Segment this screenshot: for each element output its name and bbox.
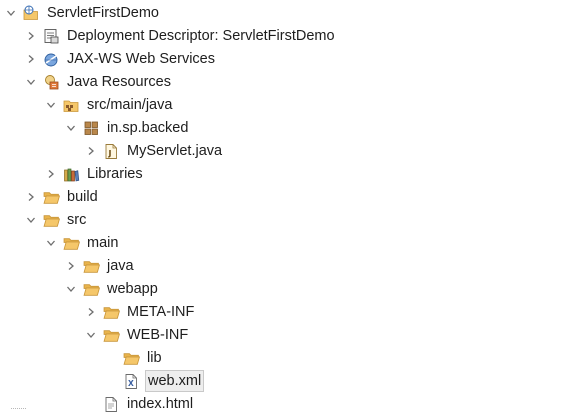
tree-connector-line	[11, 408, 26, 410]
tree-item-src[interactable]: src	[24, 209, 88, 231]
tree-item-src-main-java[interactable]: src/main/java	[44, 94, 174, 116]
folder-icon	[63, 235, 80, 252]
chevron-right-icon[interactable]	[84, 140, 97, 162]
chevron-down-icon[interactable]	[4, 2, 17, 24]
svg-text:X: X	[128, 379, 134, 388]
chevron-down-icon[interactable]	[44, 232, 57, 254]
deployment-descriptor-icon	[43, 28, 60, 45]
tree-item-build[interactable]: build	[24, 186, 100, 208]
tree-item-meta-inf[interactable]: META-INF	[84, 301, 196, 323]
no-twisty	[84, 393, 97, 415]
tree-item-label: java	[107, 258, 134, 274]
chevron-down-icon[interactable]	[64, 278, 77, 300]
tree-item-label: webapp	[107, 281, 158, 297]
tree-item-web-inf[interactable]: WEB-INF	[84, 324, 190, 346]
java-resources-icon	[43, 74, 60, 91]
tree-item-web-xml[interactable]: X web.xml	[104, 370, 205, 392]
tree-item-java-resources[interactable]: Java Resources	[24, 71, 173, 93]
chevron-down-icon[interactable]	[44, 94, 57, 116]
tree-item-java[interactable]: java	[64, 255, 136, 277]
chevron-right-icon[interactable]	[44, 163, 57, 185]
tree-item-label: index.html	[127, 396, 194, 412]
project-explorer-tree: ServletFirstDemo Deployment Descriptor: …	[0, 0, 563, 420]
chevron-right-icon[interactable]	[24, 48, 37, 70]
folder-icon	[103, 327, 120, 344]
tree-item-index-html[interactable]: index.html	[84, 393, 195, 415]
no-twisty	[104, 347, 117, 369]
tree-item-label: build	[67, 189, 98, 205]
html-file-icon	[103, 396, 120, 413]
folder-icon	[43, 212, 60, 229]
chevron-down-icon[interactable]	[84, 324, 97, 346]
tree-item-label: lib	[147, 350, 162, 366]
web-project-icon	[23, 5, 40, 22]
tree-item-webapp[interactable]: webapp	[64, 278, 160, 300]
svg-text:J: J	[108, 149, 112, 158]
package-icon	[83, 120, 100, 137]
tree-item-jaxws[interactable]: JAX-WS Web Services	[24, 48, 217, 70]
tree-item-project[interactable]: ServletFirstDemo	[4, 2, 161, 24]
tree-item-label: in.sp.backed	[107, 120, 189, 136]
folder-icon	[83, 281, 100, 298]
tree-item-label: META-INF	[127, 304, 195, 320]
xml-file-icon: X	[123, 373, 140, 390]
tree-item-label: MyServlet.java	[127, 143, 223, 159]
tree-item-main[interactable]: main	[44, 232, 120, 254]
libraries-icon	[63, 166, 80, 183]
tree-item-deployment-descriptor[interactable]: Deployment Descriptor: ServletFirstDemo	[24, 25, 337, 47]
chevron-right-icon[interactable]	[24, 186, 37, 208]
tree-item-label: main	[87, 235, 119, 251]
folder-icon	[103, 304, 120, 321]
tree-item-label: src/main/java	[87, 97, 173, 113]
chevron-right-icon[interactable]	[24, 25, 37, 47]
tree-item-label: web.xml	[145, 370, 205, 392]
folder-icon	[43, 189, 60, 206]
chevron-down-icon[interactable]	[24, 209, 37, 231]
tree-item-lib[interactable]: lib	[104, 347, 164, 369]
folder-icon	[83, 258, 100, 275]
chevron-down-icon[interactable]	[24, 71, 37, 93]
source-folder-icon	[63, 97, 80, 114]
tree-item-package[interactable]: in.sp.backed	[64, 117, 190, 139]
tree-item-label: Java Resources	[67, 74, 171, 90]
tree-item-label: ServletFirstDemo	[47, 5, 159, 21]
no-twisty	[104, 370, 117, 392]
chevron-right-icon[interactable]	[64, 255, 77, 277]
tree-item-label: src	[67, 212, 87, 228]
web-services-icon	[43, 51, 60, 68]
java-file-icon: J	[103, 143, 120, 160]
tree-item-myservlet[interactable]: J MyServlet.java	[84, 140, 224, 162]
tree-item-label: Deployment Descriptor: ServletFirstDemo	[67, 28, 335, 44]
chevron-down-icon[interactable]	[64, 117, 77, 139]
tree-item-libraries[interactable]: Libraries	[44, 163, 145, 185]
chevron-right-icon[interactable]	[84, 301, 97, 323]
tree-item-label: WEB-INF	[127, 327, 189, 343]
tree-item-label: Libraries	[87, 166, 143, 182]
tree-item-label: JAX-WS Web Services	[67, 51, 215, 67]
folder-icon	[123, 350, 140, 367]
